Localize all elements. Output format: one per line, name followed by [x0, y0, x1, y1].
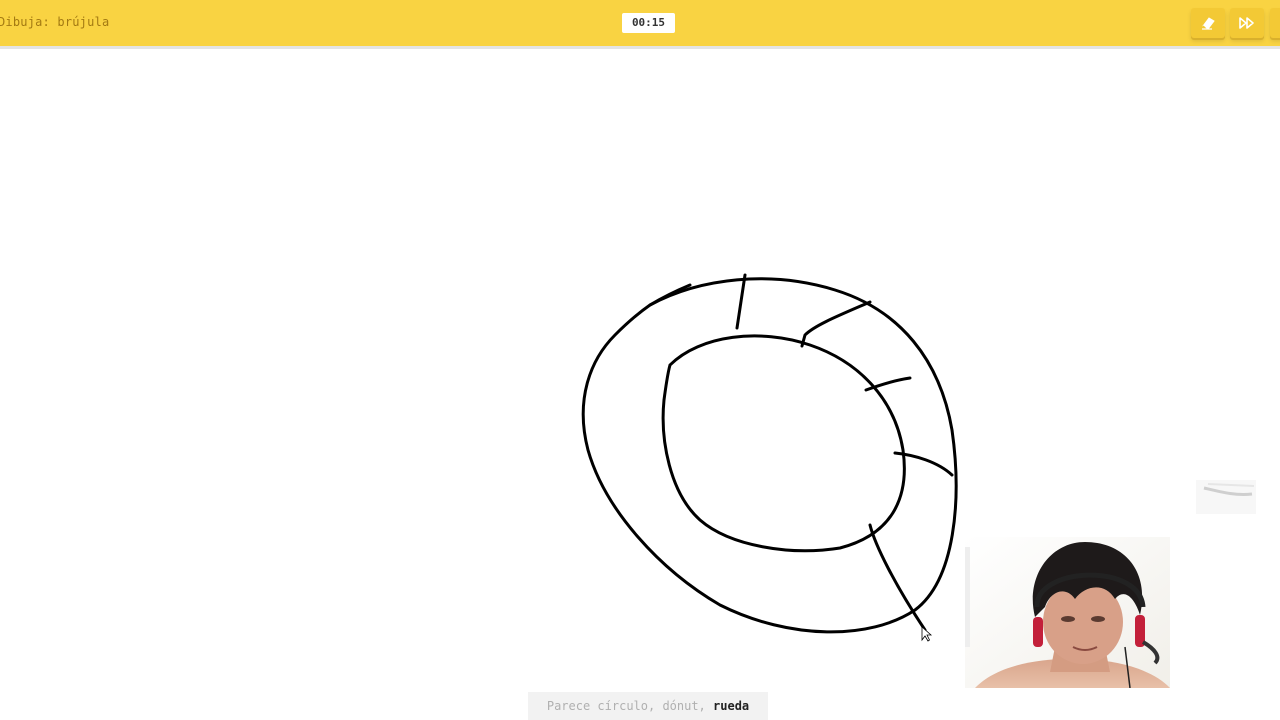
outer-ring-stroke	[581, 277, 958, 634]
top-bar: Dibuja: brújula 00:15	[0, 0, 1280, 49]
fast-forward-icon	[1239, 17, 1254, 29]
inner-ring-stroke	[661, 334, 906, 553]
person-eye	[1061, 616, 1075, 622]
mouse-cursor-icon	[921, 626, 933, 642]
eraser-icon	[1202, 17, 1215, 30]
compass-mark-stroke	[800, 300, 872, 348]
outer-ring-tick-stroke	[648, 283, 692, 307]
compass-needle-stroke	[868, 523, 927, 632]
headphone-left	[1033, 617, 1043, 647]
person-eye	[1091, 616, 1105, 622]
countdown-timer: 00:15	[622, 13, 675, 33]
skip-button[interactable]	[1230, 8, 1264, 38]
compass-mark-stroke	[735, 273, 747, 330]
draw-prompt: Dibuja: brújula	[0, 15, 110, 29]
guess-text: Parece círculo, dónut,	[546, 699, 714, 713]
webcam-edge-overlay	[1196, 480, 1256, 514]
webcam-feed	[965, 537, 1170, 688]
guess-bar: Parece círculo, dónut, rueda	[528, 692, 768, 720]
more-button[interactable]	[1270, 8, 1280, 38]
clear-button[interactable]	[1191, 8, 1225, 38]
top-guess: rueda	[713, 699, 750, 713]
